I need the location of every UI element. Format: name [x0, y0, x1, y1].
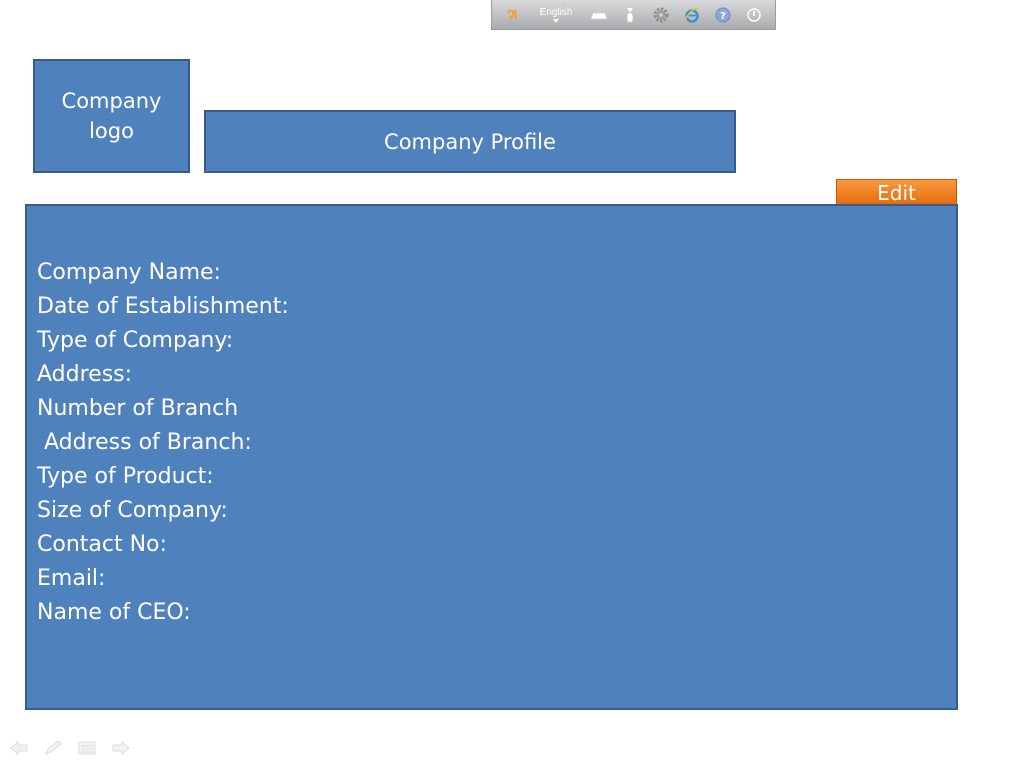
field-size-of-company: Size of Company: — [37, 498, 228, 523]
field-address-of-branch: Address of Branch: — [37, 430, 252, 455]
edit-button-label: Edit — [877, 180, 916, 205]
svg-text:?: ? — [720, 11, 726, 22]
page-title-banner: Company Profile — [204, 110, 736, 173]
edit-button[interactable]: Edit — [836, 179, 957, 206]
field-date-of-establishment: Date of Establishment: — [37, 294, 289, 319]
language-selector[interactable]: English — [529, 2, 583, 28]
ie-browser-icon[interactable] — [676, 2, 707, 28]
field-number-of-branch: Number of Branch — [37, 396, 239, 421]
power-icon[interactable] — [738, 2, 769, 28]
company-logo-label: Company logo — [61, 89, 162, 143]
help-icon[interactable]: ? — [707, 2, 738, 28]
field-company-name: Company Name: — [37, 260, 221, 285]
company-logo-placeholder: Company logo — [33, 59, 190, 173]
bowling-pin-icon[interactable] — [614, 2, 645, 28]
pen-icon[interactable] — [42, 738, 64, 758]
slide-menu-icon[interactable] — [76, 738, 98, 758]
keyboard-icon[interactable] — [583, 2, 614, 28]
page-title: Company Profile — [384, 129, 556, 154]
field-contact-no: Contact No: — [37, 532, 167, 557]
field-name-of-ceo: Name of CEO: — [37, 600, 191, 625]
gear-icon[interactable] — [645, 2, 676, 28]
field-email: Email: — [37, 566, 106, 591]
slide-navigation — [8, 738, 132, 758]
next-slide-icon[interactable] — [110, 738, 132, 758]
slide-page: English ? Company logo Company Profile E… — [0, 0, 1024, 768]
language-label: English — [539, 6, 573, 18]
input-method-icon[interactable] — [498, 2, 529, 28]
language-toolbar: English ? — [491, 0, 776, 30]
previous-slide-icon[interactable] — [8, 738, 30, 758]
field-address: Address: — [37, 362, 133, 387]
chevron-down-icon — [553, 18, 560, 23]
field-type-of-company: Type of Company: — [37, 328, 234, 353]
company-details-panel: Company Name: Date of Establishment: Typ… — [25, 204, 958, 710]
field-type-of-product: Type of Product: — [37, 464, 214, 489]
